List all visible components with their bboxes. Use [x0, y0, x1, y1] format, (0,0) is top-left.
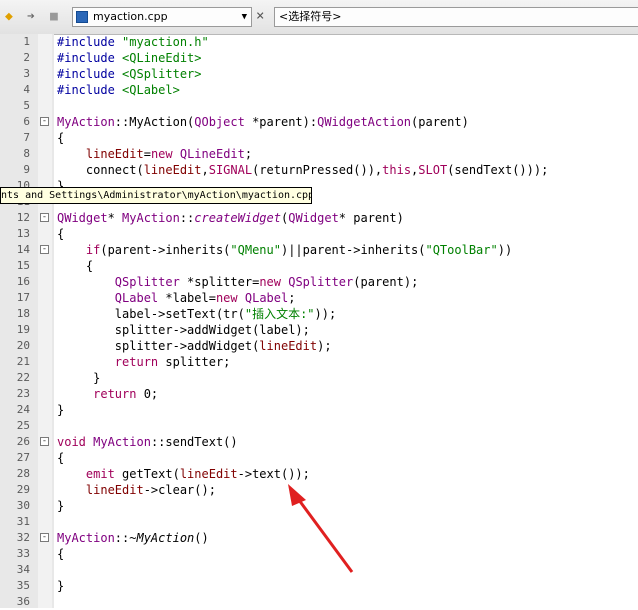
arrow-head [288, 484, 306, 506]
arrow-shaft [294, 495, 354, 573]
red-arrow-annotation [288, 484, 354, 573]
